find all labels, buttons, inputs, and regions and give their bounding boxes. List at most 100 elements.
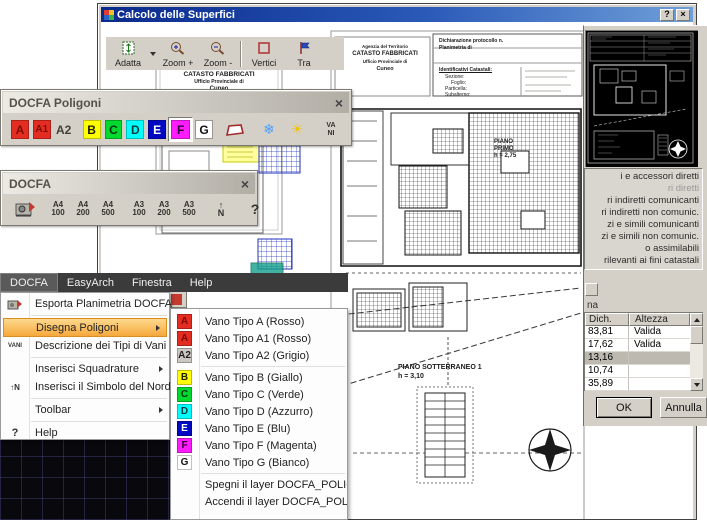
- clipped-button-fragment: na: [587, 300, 598, 311]
- vano-a-button[interactable]: A: [11, 120, 29, 139]
- export-planimetria-button[interactable]: [13, 198, 37, 220]
- cancel-button[interactable]: Annulla: [660, 397, 707, 418]
- disegna-poligoni-submenu: A Vano Tipo A (Rosso) A Vano Tipo A1 (Ro…: [170, 308, 348, 520]
- zoom-out-button[interactable]: Zoom -: [198, 39, 238, 69]
- window-title: Calcolo delle Superfici: [117, 9, 658, 21]
- vertices-icon: [257, 41, 271, 55]
- scroll-thumb[interactable]: [690, 326, 703, 344]
- surfaces-table[interactable]: Dich. Altezza 83,81 Valida 17,62 Valida …: [584, 312, 703, 391]
- polygon-button[interactable]: [223, 119, 247, 141]
- submenu-vano-e[interactable]: E Vano Tipo E (Blu): [171, 420, 347, 437]
- list-item: ri diretti: [587, 183, 702, 195]
- vano-f-button[interactable]: F: [168, 117, 193, 142]
- north-symbol-button[interactable]: ↑ N: [209, 198, 233, 220]
- piano-sotterraneo: PIANO SOTTERRANEO 1: [398, 364, 482, 371]
- category-list[interactable]: i e accessori diretti ri diretti ri indi…: [584, 168, 703, 270]
- main-title-bar[interactable]: Calcolo delle Superfici ? ×: [101, 7, 693, 22]
- docfa-export-dialog: i e accessori diretti ri diretti ri indi…: [583, 25, 707, 426]
- plan-preview-panel[interactable]: [585, 30, 698, 167]
- close-icon[interactable]: ×: [241, 177, 249, 191]
- vertices-button[interactable]: Vertici: [244, 39, 284, 69]
- table-row[interactable]: 83,81 Valida: [585, 326, 703, 339]
- menu-item-inserisci-squadrature[interactable]: Inserisci Squadrature: [1, 360, 169, 378]
- docfa-buttons: A4100 A4200 A4500 A3100 A3200 A3500 ↑ N …: [1, 196, 257, 224]
- poligoni-toolbar-title[interactable]: DOCFA Poligoni ×: [3, 92, 349, 113]
- vano-a1-button[interactable]: A1: [33, 120, 51, 139]
- vani-button[interactable]: VA NI: [319, 119, 343, 141]
- submenu-vano-a[interactable]: A Vano Tipo A (Rosso): [171, 313, 347, 330]
- help-button[interactable]: ?: [660, 9, 674, 21]
- submenu-spegni-layer[interactable]: Spegni il layer DOCFA_POLIGONI: [171, 476, 347, 493]
- menubar: DOCFA EasyArch Finestra Help: [0, 273, 348, 292]
- vano-d-button[interactable]: D: [126, 120, 144, 139]
- vano-b-button[interactable]: B: [83, 120, 101, 139]
- vano-a2-button[interactable]: A2: [55, 120, 73, 139]
- piano-primo-h: h = 2,75: [494, 153, 516, 159]
- submenu-vano-f[interactable]: F Vano Tipo F (Magenta): [171, 437, 347, 454]
- close-icon[interactable]: ×: [335, 96, 343, 110]
- submenu-vano-a2[interactable]: A2 Vano Tipo A2 (Grigio): [171, 347, 347, 364]
- docfa-menu: Esporta Planimetria DOCFA Disegna Poligo…: [0, 292, 170, 440]
- screen: Calcolo delle Superfici ? × Adatta Zoom …: [0, 0, 707, 520]
- submenu-accendi-layer[interactable]: Accendi il layer DOCFA_POLIGONI: [171, 493, 347, 510]
- particella-label: Particella:: [445, 86, 467, 92]
- sheet2-city: Cuneo: [339, 66, 431, 72]
- north-icon: ↑N: [4, 384, 26, 391]
- poligoni-buttons: A A1 A2 B C D E F G ❄ ☀ VA NI: [1, 115, 351, 146]
- list-item: zi e simili non comunic.: [587, 231, 702, 243]
- menu-item-simbolo-nord[interactable]: ↑N Inserisci il Simbolo del Nord: [1, 378, 169, 396]
- close-button[interactable]: ×: [676, 9, 690, 21]
- main-toolbar: Adatta Zoom + Zoom - Vertici: [106, 37, 344, 70]
- zoom-in-button[interactable]: Zoom +: [158, 39, 198, 69]
- menu-easyarch[interactable]: EasyArch: [58, 273, 123, 292]
- transparency-button[interactable]: Tra: [284, 39, 324, 69]
- vano-e-button[interactable]: E: [148, 120, 166, 139]
- scroll-up-button[interactable]: [690, 313, 703, 326]
- snowflake-button[interactable]: ❄: [257, 119, 281, 141]
- scale-a3-500-button[interactable]: A3500: [177, 198, 201, 220]
- scale-a3-100-button[interactable]: A3100: [127, 198, 151, 220]
- scroll-down-button[interactable]: [690, 378, 703, 391]
- help-button[interactable]: ?: [243, 198, 267, 220]
- fit-page-icon: [121, 41, 136, 55]
- vano-c-button[interactable]: C: [105, 120, 123, 139]
- table-scrollbar[interactable]: [690, 313, 703, 391]
- submenu-vano-a1[interactable]: A Vano Tipo A1 (Rosso): [171, 330, 347, 347]
- submenu-vano-c[interactable]: C Vano Tipo C (Verde): [171, 386, 347, 403]
- submenu-vano-b[interactable]: B Vano Tipo B (Giallo): [171, 369, 347, 386]
- menu-help[interactable]: Help: [181, 273, 222, 292]
- ok-button[interactable]: OK: [596, 397, 652, 418]
- submenu-vano-d[interactable]: D Vano Tipo D (Azzurro): [171, 403, 347, 420]
- scale-a3-200-button[interactable]: A3200: [152, 198, 176, 220]
- submenu-arrow-icon: [159, 366, 163, 372]
- sheet2-agency: Agenzia del Territorio: [339, 44, 431, 49]
- submenu-vano-g[interactable]: G Vano Tipo G (Bianco): [171, 454, 347, 471]
- export-planimetria-icon: [13, 199, 37, 219]
- menu-item-toolbar[interactable]: Toolbar: [1, 401, 169, 419]
- plan-label: Planimetria di: [439, 45, 472, 51]
- table-row[interactable]: 17,62 Valida: [585, 339, 703, 352]
- sun-button[interactable]: ☀: [285, 119, 309, 141]
- scale-a4-200-button[interactable]: A4200: [71, 198, 95, 220]
- menu-finestra[interactable]: Finestra: [123, 273, 181, 292]
- table-row[interactable]: 35,89: [585, 378, 703, 391]
- menu-item-disegna-poligoni[interactable]: Disegna Poligoni: [3, 318, 167, 337]
- menu-docfa[interactable]: DOCFA: [0, 273, 58, 292]
- submenu-arrow-icon: [156, 325, 160, 331]
- menu-item-esporta[interactable]: Esporta Planimetria DOCFA: [1, 295, 169, 313]
- menu-item-help[interactable]: ? Help: [1, 424, 169, 442]
- docfa-toolbar-title[interactable]: DOCFA ×: [3, 173, 255, 194]
- sheet2-office: Ufficio Provinciale di: [339, 59, 431, 64]
- docfa-toolbar-window: DOCFA × A4100 A4200 A4500 A3100 A3200 A3…: [0, 170, 258, 226]
- scale-a4-500-button[interactable]: A4500: [96, 198, 120, 220]
- zoom-out-icon: [210, 41, 226, 55]
- plan-preview-image: [586, 31, 697, 166]
- table-row[interactable]: 10,74: [585, 365, 703, 378]
- fit-dropdown-caret[interactable]: [148, 39, 158, 69]
- fit-button[interactable]: Adatta: [108, 39, 148, 69]
- scale-a4-100-button[interactable]: A4100: [46, 198, 70, 220]
- menu-item-descrizione-vani[interactable]: VANI Descrizione dei Tipi di Vani: [1, 337, 169, 355]
- table-row-selected[interactable]: 13,16: [585, 352, 703, 365]
- vano-g-button[interactable]: G: [195, 120, 213, 139]
- zoom-in-icon: [170, 41, 186, 55]
